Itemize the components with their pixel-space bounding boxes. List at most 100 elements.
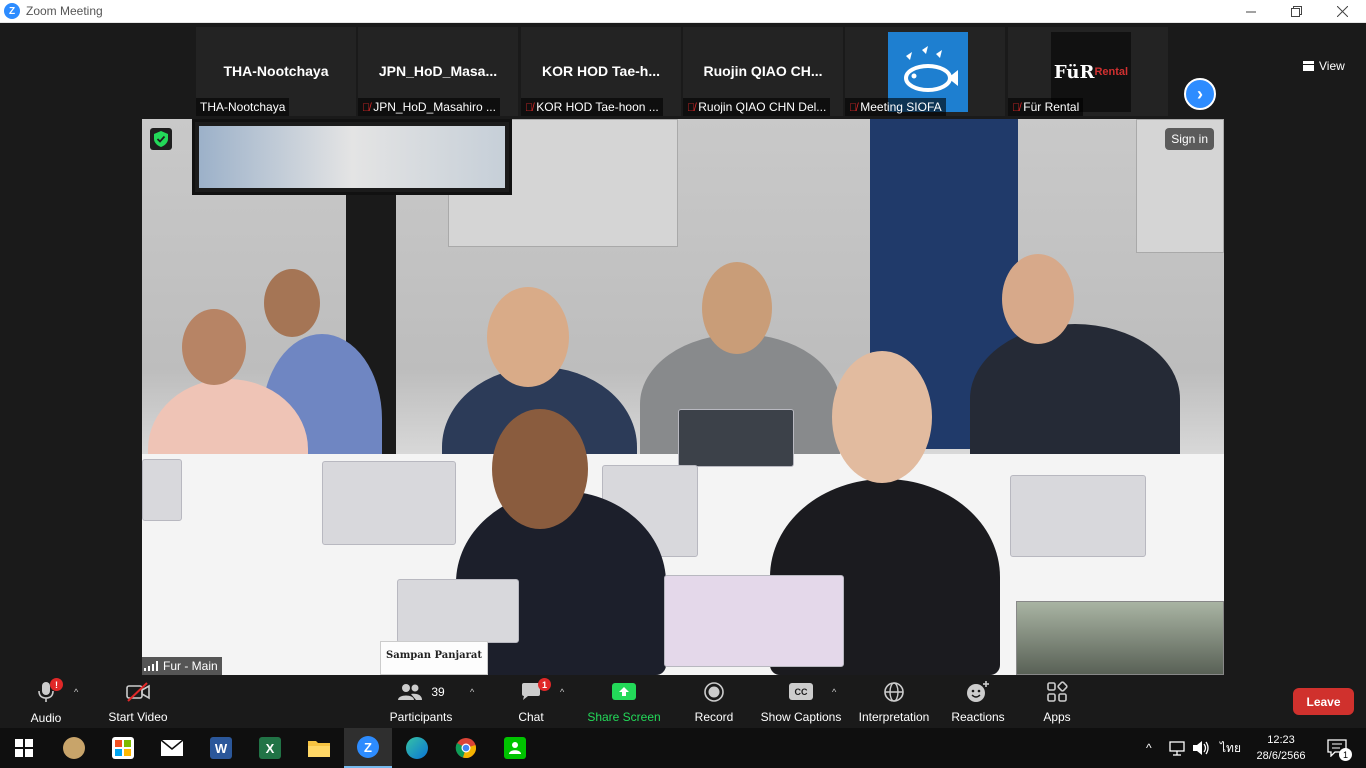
chat-options-caret[interactable]: ^ (560, 687, 564, 697)
taskbar-store[interactable] (99, 728, 147, 768)
taskbar-word[interactable]: W (197, 728, 245, 768)
input-language-indicator[interactable]: ไทย (1220, 728, 1241, 768)
record-icon (704, 681, 724, 702)
participants-options-caret[interactable]: ^ (470, 687, 474, 697)
video-scene-laptop (322, 461, 456, 545)
participant-tile[interactable]: THA-Nootchaya THA-Nootchaya (196, 27, 356, 116)
network-icon[interactable] (1168, 728, 1186, 768)
audio-options-caret[interactable]: ^ (74, 687, 78, 697)
participant-count: 39 (431, 684, 445, 699)
participant-tile[interactable]: 🎙̸ Meeting SIOFA (845, 27, 1005, 116)
closed-captions-icon: CC (789, 683, 813, 700)
video-scene-laptop (1010, 475, 1146, 557)
taskbar-mail[interactable] (148, 728, 196, 768)
video-scene-person (492, 409, 588, 529)
video-scene-laptop (664, 575, 844, 667)
window-title: Zoom Meeting (26, 4, 103, 18)
smiley-icon (967, 680, 989, 702)
chrome-icon (455, 738, 476, 758)
participant-tile[interactable]: JPN_HoD_Masa... 🎙̸ JPN_HoD_Masahiro ... (358, 27, 518, 116)
main-video[interactable]: Sampan Panjarat Sign in Fur - Main (142, 119, 1224, 675)
excel-icon: X (259, 737, 281, 759)
apps-icon (1047, 680, 1068, 702)
leave-button[interactable]: Leave (1293, 688, 1354, 715)
video-scene-laptop (142, 459, 182, 521)
zoom-app-icon: Z (4, 3, 20, 19)
view-layout-icon (1303, 61, 1314, 71)
active-speaker-label: Fur - Main (142, 657, 222, 675)
participant-label: 🎙̸ Für Rental (1008, 98, 1084, 116)
video-scene-person (182, 309, 246, 385)
apps-button[interactable]: Apps (1040, 680, 1074, 724)
globe-icon (884, 681, 904, 702)
line-app-icon (504, 737, 526, 759)
participant-tile[interactable]: FüR Rental 🎙̸ Für Rental (1008, 27, 1168, 116)
mic-muted-icon: 🎙̸ (687, 102, 696, 114)
share-screen-icon (612, 682, 636, 700)
taskbar-edge[interactable] (393, 728, 441, 768)
participant-label: 🎙̸ Ruojin QIAO CHN Del... (683, 98, 831, 116)
chevron-right-icon: › (1197, 83, 1203, 104)
mic-muted-icon: 🎙̸ (849, 102, 858, 114)
participant-tile[interactable]: Ruojin QIAO CH... 🎙̸ Ruojin QIAO CHN Del.… (683, 27, 843, 116)
participant-display-name: THA-Nootchaya (223, 63, 329, 79)
show-captions-button[interactable]: CC Show Captions (760, 680, 842, 724)
taskbar-clock[interactable]: 12:23 28/6/2566 (1254, 732, 1308, 764)
tray-overflow-chevron-icon[interactable]: ^ (1146, 728, 1152, 768)
word-icon: W (210, 737, 232, 759)
participant-tile[interactable]: KOR HOD Tae-h... 🎙̸ KOR HOD Tae-hoon ... (521, 27, 681, 116)
video-scene-laptop (678, 409, 794, 467)
video-camera-off-icon (126, 681, 150, 702)
chat-button[interactable]: 1 Chat (515, 678, 551, 724)
start-button[interactable] (0, 728, 48, 768)
participant-display-name: JPN_HoD_Masa... (378, 63, 498, 79)
reactions-button[interactable]: Reactions (950, 680, 1006, 724)
sign-in-button[interactable]: Sign in (1165, 128, 1214, 150)
audio-warning-badge: ! (50, 678, 63, 691)
audio-button[interactable]: ! Audio (28, 678, 64, 725)
minimize-button[interactable] (1228, 0, 1274, 23)
signal-strength-icon (144, 661, 158, 671)
next-page-button[interactable]: › (1184, 78, 1216, 110)
notification-count-badge: 1 (1339, 748, 1352, 761)
video-scene-laptop (397, 579, 519, 643)
participant-strip: THA-Nootchaya THA-Nootchaya JPN_HoD_Masa… (0, 23, 1366, 118)
edge-icon (406, 737, 428, 759)
record-button[interactable]: Record (694, 680, 734, 724)
chat-unread-badge: 1 (538, 678, 551, 691)
notifications-button[interactable]: 1 (1322, 728, 1352, 768)
windows-taskbar: W X Z ^ ไทย 12:23 28/6/2566 1 (0, 728, 1366, 768)
taskbar-line[interactable] (491, 728, 539, 768)
clock-date: 28/6/2566 (1256, 750, 1306, 762)
taskbar-zoom[interactable]: Z (344, 728, 392, 768)
meeting-toolbar: ! Audio ^ Start Video 39 Participants ^ … (0, 675, 1366, 728)
restore-button[interactable] (1273, 0, 1319, 23)
mic-muted-icon: 🎙̸ (1012, 102, 1021, 114)
participants-button[interactable]: 39 Participants (388, 680, 454, 724)
taskbar-paint[interactable] (50, 728, 98, 768)
self-view-thumbnail[interactable] (1016, 601, 1224, 675)
encryption-shield-icon[interactable] (150, 128, 172, 150)
taskbar-chrome[interactable] (442, 728, 490, 768)
fish-logo-icon (904, 46, 958, 92)
clock-time: 12:23 (1267, 734, 1295, 746)
interpretation-button[interactable]: Interpretation (856, 680, 932, 724)
close-button[interactable] (1319, 0, 1365, 23)
participant-label: 🎙̸ KOR HOD Tae-hoon ... (521, 98, 663, 116)
volume-icon[interactable] (1192, 728, 1210, 768)
taskbar-file-explorer[interactable] (295, 728, 343, 768)
captions-options-caret[interactable]: ^ (832, 687, 836, 697)
video-scene-tv (192, 119, 512, 195)
taskbar-excel[interactable]: X (246, 728, 294, 768)
participant-label: THA-Nootchaya (196, 98, 290, 116)
paint-icon (63, 737, 85, 759)
video-scene-person (1002, 254, 1074, 344)
video-scene-person (264, 269, 320, 337)
view-button[interactable]: View (1303, 56, 1345, 76)
share-screen-button[interactable]: Share Screen (587, 680, 661, 724)
participant-display-name: KOR HOD Tae-h... (542, 63, 660, 79)
restore-icon (1290, 6, 1302, 17)
video-scene-person (702, 262, 772, 354)
participant-display-name: Ruojin QIAO CH... (703, 63, 823, 79)
start-video-button[interactable]: Start Video (104, 680, 172, 724)
